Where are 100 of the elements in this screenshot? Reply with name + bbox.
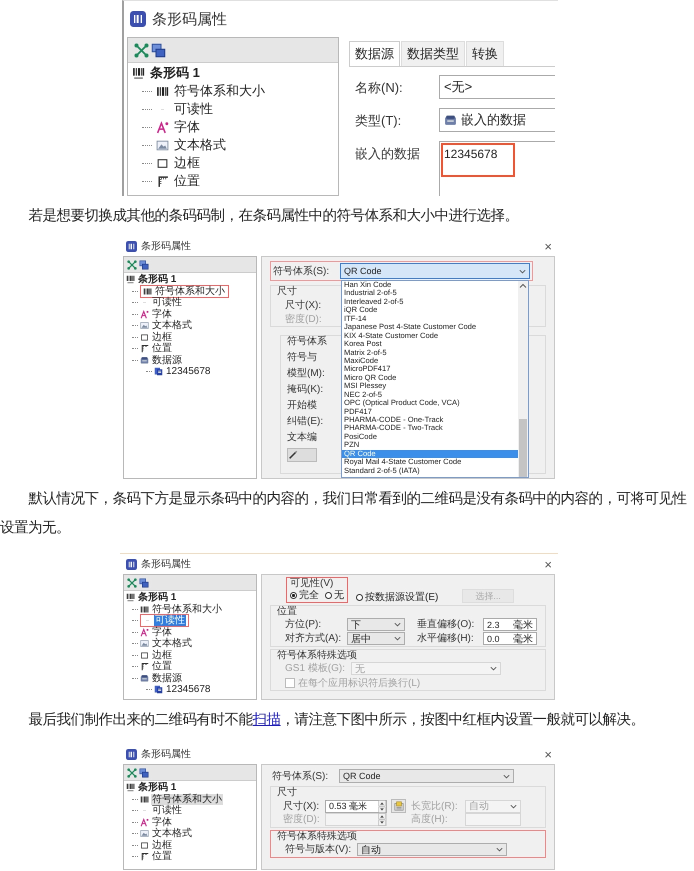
tree-item[interactable]: 字体 (151, 308, 173, 320)
tree-item[interactable]: 符号体系和大小 (173, 83, 266, 99)
tree-item[interactable]: 可读性 (154, 615, 186, 626)
tree-item[interactable]: 边框 (151, 332, 173, 343)
field-label: 类型(T): (355, 112, 402, 130)
field-label: 符号与 (287, 352, 317, 363)
tree-item[interactable]: 条形码 1 (149, 65, 201, 81)
tree-item[interactable]: 边框 (151, 840, 173, 851)
database-icon (140, 356, 149, 365)
close-button[interactable]: × (544, 558, 552, 570)
barcode-icon (126, 783, 135, 792)
tree-item[interactable]: 位置 (173, 173, 201, 189)
scrollbar[interactable] (518, 281, 528, 477)
pen-icon (288, 450, 298, 460)
tab[interactable]: 数据源 (349, 41, 400, 66)
app-icon (126, 558, 137, 570)
corner-icon (140, 662, 149, 672)
radio-button[interactable]: 完全 (290, 590, 319, 601)
field-label: 水平偏移(H): (417, 633, 475, 644)
close-button[interactable]: × (544, 748, 552, 760)
tree-item[interactable]: 数据源 (151, 354, 183, 366)
tree-item[interactable]: 可读性 (151, 297, 183, 308)
tree-item[interactable]: 字体 (151, 816, 173, 828)
group-title: 尺寸 (277, 286, 297, 297)
input-field[interactable]: <无> (439, 75, 555, 99)
field-label: 文本编 (287, 432, 317, 443)
tree-item[interactable]: 条形码 1 (137, 782, 178, 794)
group-title: 可见性(V) (290, 578, 334, 589)
peak-icon (140, 818, 149, 827)
nodes-icon (127, 768, 137, 778)
dropdown-list[interactable] (341, 280, 529, 478)
tree-item[interactable]: 条形码 1 (137, 274, 178, 286)
tree-item[interactable]: 位置 (151, 343, 173, 354)
tree-item[interactable]: 数据源 (151, 672, 183, 684)
image-icon (156, 138, 169, 152)
tree-item[interactable]: 可读性 (151, 805, 183, 816)
dropdown[interactable]: 自动 (357, 843, 508, 856)
tree-item[interactable]: 文本格式 (173, 137, 227, 153)
edit-button[interactable] (287, 448, 317, 462)
radio-button[interactable]: 按数据源设置(E) (356, 592, 438, 603)
scrollbar-thumb[interactable] (519, 419, 527, 477)
square-icon (140, 332, 149, 342)
app-icon (126, 748, 137, 760)
corner-icon (140, 344, 149, 354)
peak-icon (156, 120, 169, 134)
tree-item[interactable]: 字体 (173, 119, 201, 135)
highlight-box: 12345678 (441, 143, 516, 177)
field-label: 名称(N): (355, 79, 404, 97)
field-label: 符号体系(S): (272, 770, 330, 783)
field-label: 尺寸(X): (284, 300, 322, 311)
field-label: 垂直偏移(O): (417, 619, 476, 630)
input-field[interactable]: 2.3 毫米 (483, 618, 537, 631)
group-title: 位置 (277, 606, 297, 617)
tree-item[interactable]: 符号体系和大小 (151, 604, 223, 615)
tree-item[interactable]: 文本格式 (151, 320, 193, 332)
peak-icon (140, 628, 149, 637)
corner-icon (156, 174, 169, 188)
nodes-icon (134, 42, 149, 58)
dropdown[interactable]: 居中 (347, 632, 405, 645)
field-label: 纠错(E): (287, 416, 324, 427)
database-icon (444, 114, 457, 126)
tab[interactable]: 转换 (466, 41, 504, 66)
app-icon (130, 11, 146, 27)
pages-icon (139, 768, 149, 778)
picker-button[interactable] (391, 799, 406, 813)
tree-item[interactable]: 12345678 (165, 684, 212, 696)
tree-item[interactable]: 可读性 (173, 101, 214, 117)
barcode-icon (132, 66, 145, 80)
tree-item[interactable]: 符号体系和大小 (151, 794, 223, 805)
tab[interactable]: 数据类型 (401, 41, 465, 66)
tree-item[interactable]: 边框 (151, 650, 173, 661)
link[interactable]: 扫描 (252, 712, 281, 728)
square-icon (140, 650, 149, 660)
tree-item[interactable]: 符号体系和大小 (154, 286, 226, 297)
input-field[interactable]: 嵌入的数据 (439, 108, 555, 132)
dropdown[interactable]: 下 (347, 618, 405, 631)
group-title: 符号体系特殊选项 (277, 831, 357, 842)
radio-button[interactable]: 无 (325, 590, 344, 601)
close-button[interactable]: × (544, 240, 552, 252)
tree-item[interactable]: 文本格式 (151, 638, 193, 650)
dropdown[interactable]: QR Code (340, 263, 530, 279)
tree-item[interactable]: 条形码 1 (137, 592, 178, 604)
tree-item[interactable]: 12345678 (165, 366, 212, 378)
text-area[interactable]: 12345678 (439, 141, 555, 196)
tree-item[interactable]: 字体 (151, 626, 173, 638)
tree-item[interactable]: 位置 (151, 661, 173, 672)
document-icon (154, 367, 163, 376)
tree-item[interactable]: 位置 (151, 851, 173, 862)
field-label: 掩码(K): (287, 384, 324, 395)
tree-item[interactable]: 边框 (173, 155, 201, 171)
input-field[interactable]: 0.0 毫米 (483, 632, 537, 645)
spinner-field[interactable]: 0.53 毫米 (325, 800, 387, 812)
image-icon (140, 829, 149, 838)
tree-item[interactable]: 文本格式 (151, 828, 193, 840)
image-icon (140, 321, 149, 330)
database-icon (140, 674, 149, 683)
paragraph: 默认情况下，条码下方是显示条码中的内容的，我们日常看到的二维码是没有条码中的内容的，可将可见性设置为无。 (0, 490, 688, 538)
dropdown[interactable]: QR Code (339, 769, 514, 783)
field-label: GS1 模板(G): (285, 663, 346, 674)
group-title: 符号体系特殊选项 (277, 650, 357, 661)
